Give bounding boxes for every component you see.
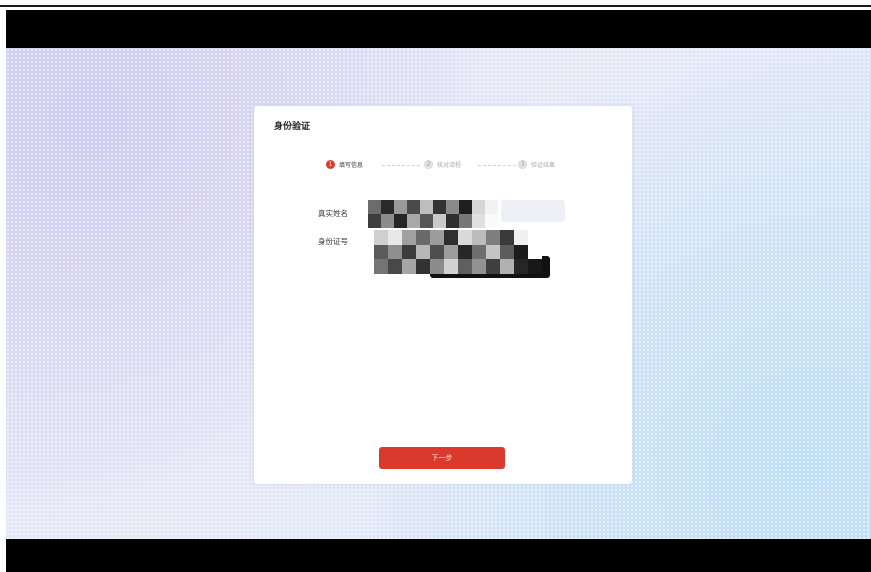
step-connector-1 xyxy=(382,165,420,166)
id-field-redaction xyxy=(374,230,542,274)
step-3-dot: 3 xyxy=(518,160,527,169)
name-field-redaction xyxy=(368,200,498,228)
screenshot-frame: 身份验证 1 填写信息 2 核对流程 3 验证结果 真实姓名 身份证号 下一步 xyxy=(0,0,871,572)
step-3-label: 验证结果 xyxy=(531,162,556,169)
step-fill-info: 1 填写信息 xyxy=(326,160,363,169)
verification-card: 身份验证 1 填写信息 2 核对流程 3 验证结果 真实姓名 身份证号 下一步 xyxy=(254,106,632,484)
page-background: 身份验证 1 填写信息 2 核对流程 3 验证结果 真实姓名 身份证号 下一步 xyxy=(6,48,871,539)
id-label: 身份证号 xyxy=(318,237,348,246)
name-label: 真实姓名 xyxy=(318,209,348,218)
name-input[interactable] xyxy=(501,200,565,222)
top-rule xyxy=(0,5,871,7)
step-review: 2 核对流程 xyxy=(424,160,461,169)
letterbox-top xyxy=(6,10,871,48)
step-1-label: 填写信息 xyxy=(339,162,364,169)
step-result: 3 验证结果 xyxy=(518,160,555,169)
page-title: 身份验证 xyxy=(274,122,311,132)
step-2-label: 核对流程 xyxy=(437,162,462,169)
step-2-dot: 2 xyxy=(424,160,433,169)
letterbox-bottom xyxy=(6,539,871,572)
next-button[interactable]: 下一步 xyxy=(379,447,505,469)
step-connector-2 xyxy=(478,165,516,166)
step-1-dot: 1 xyxy=(326,160,335,169)
step-indicator: 1 填写信息 2 核对流程 3 验证结果 xyxy=(326,160,566,172)
